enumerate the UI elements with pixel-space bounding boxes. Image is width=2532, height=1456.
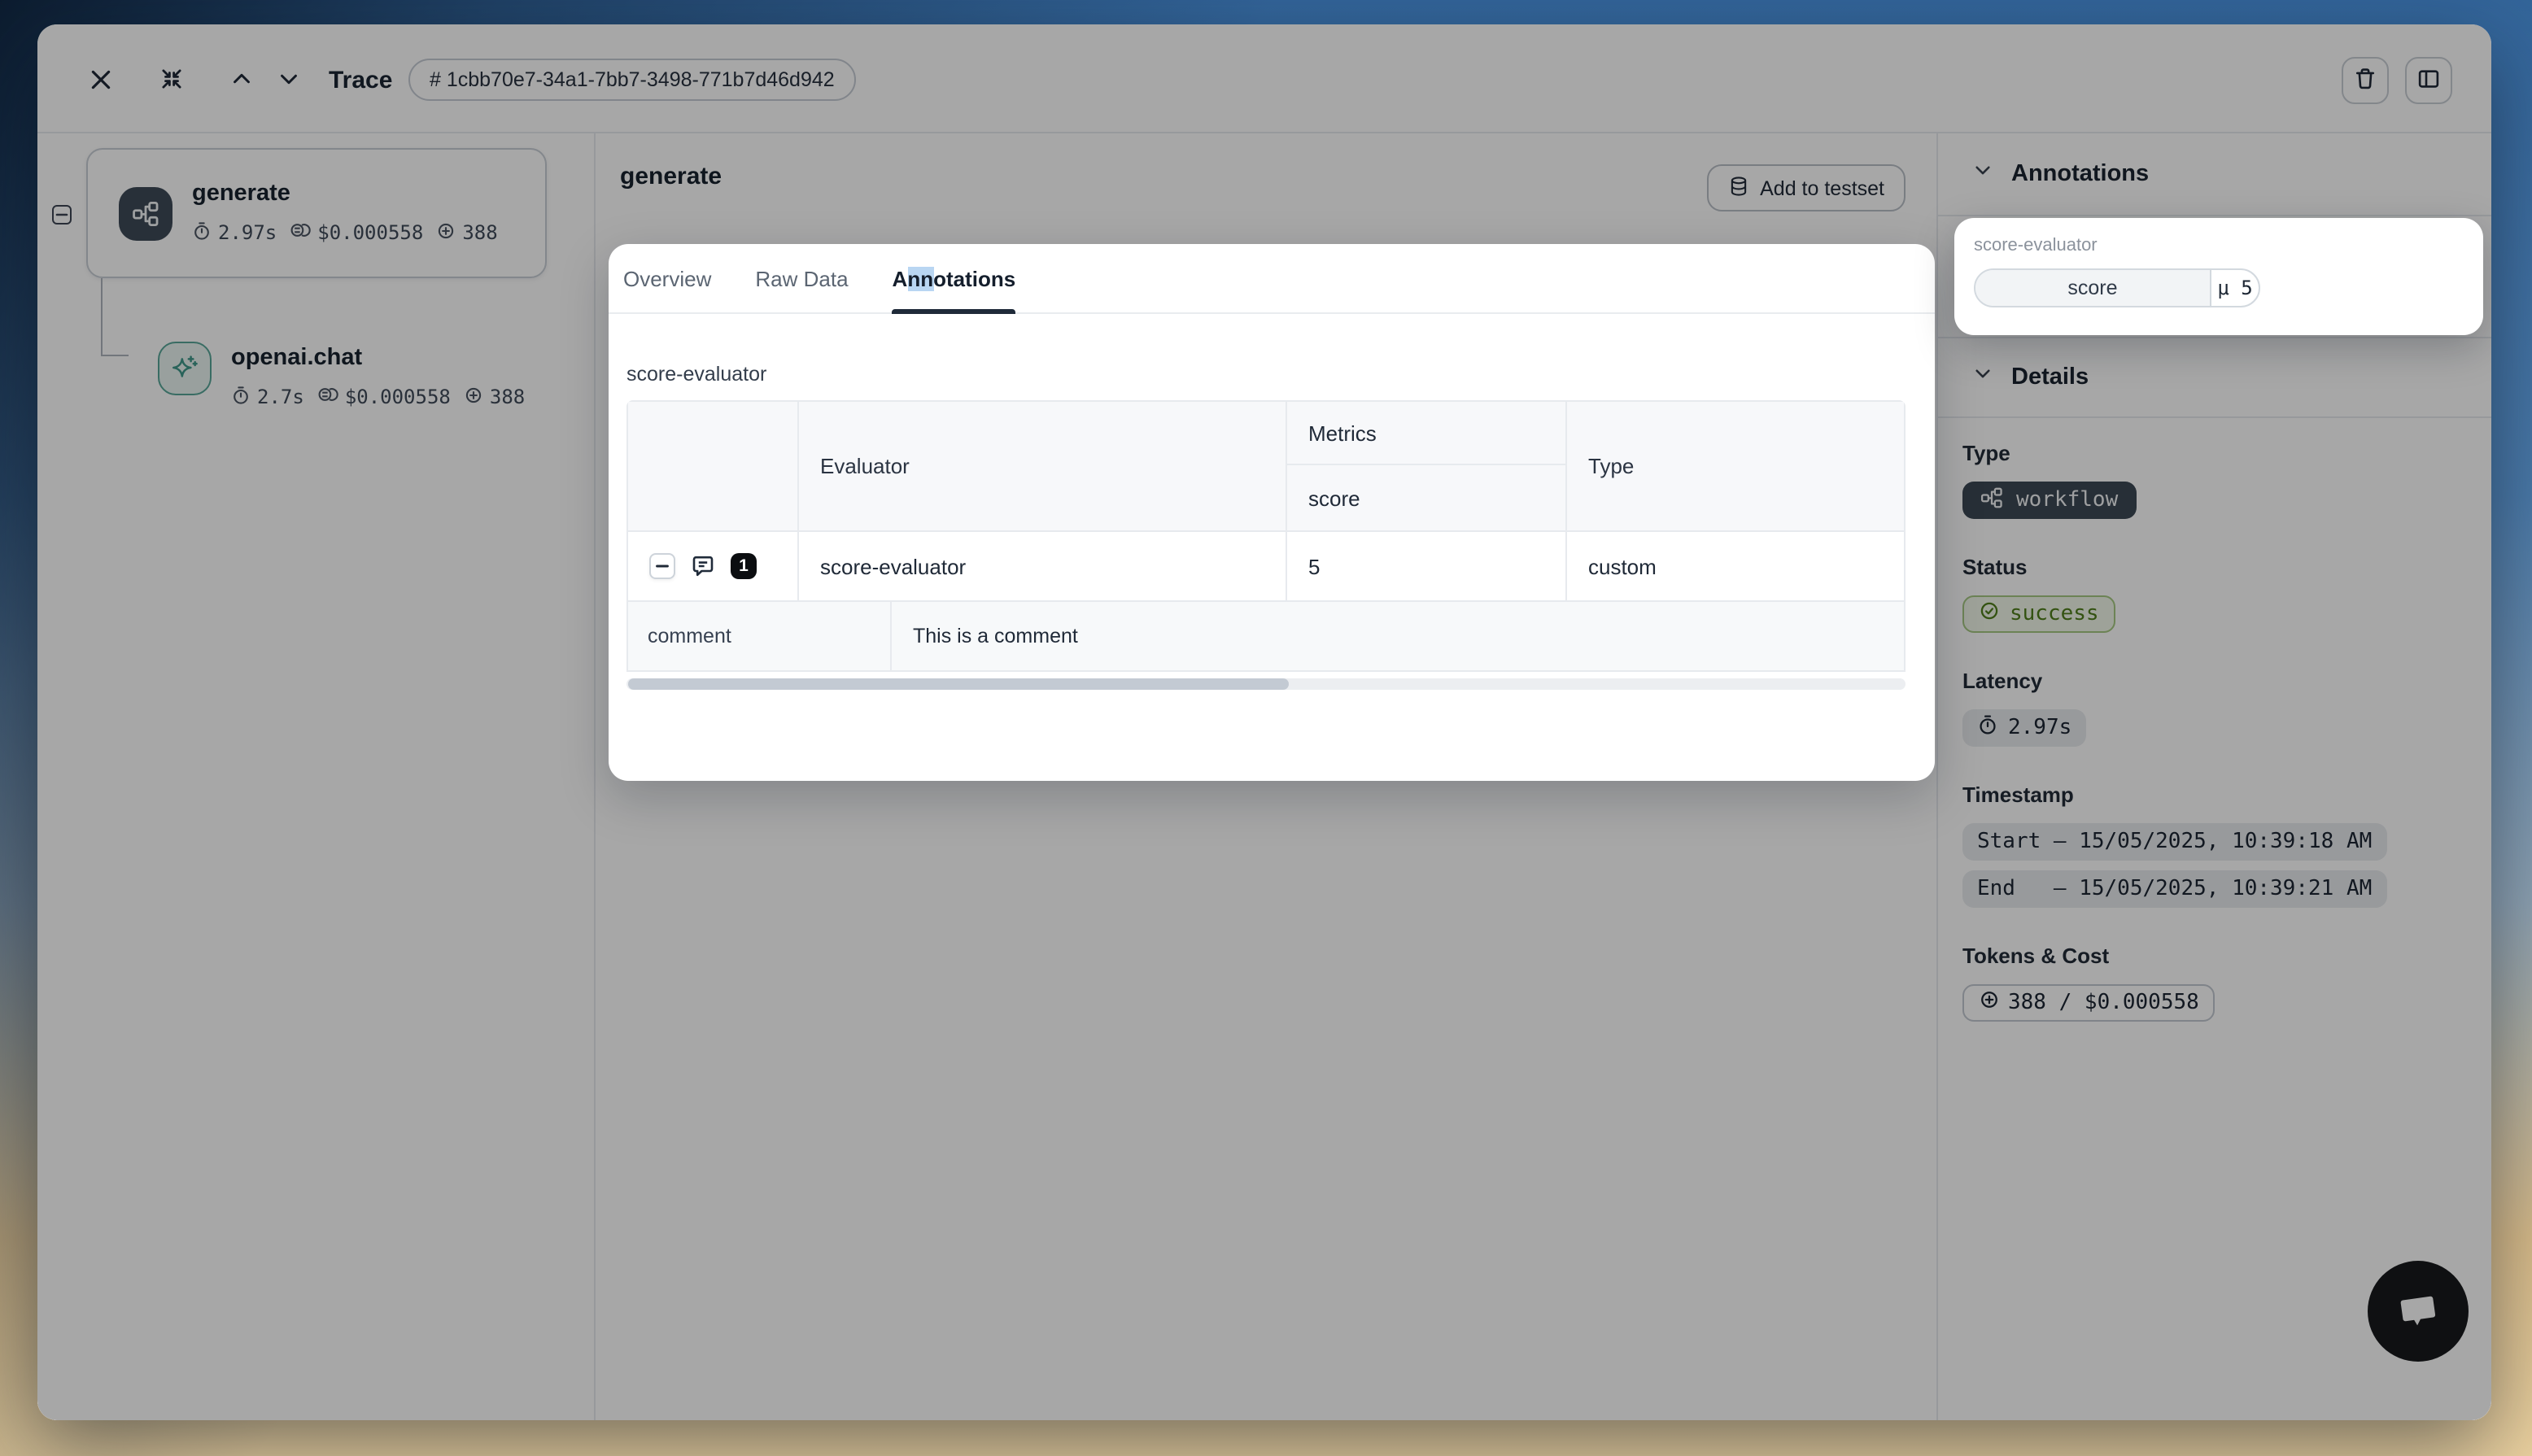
evaluator-column-header: Evaluator — [799, 402, 1287, 530]
tab-raw-data[interactable]: Raw Data — [755, 244, 848, 312]
evaluator-table: Evaluator Metrics score Type — [626, 400, 1906, 672]
evaluator-cell: score-evaluator — [799, 532, 1287, 600]
metric-name: score — [1287, 465, 1565, 530]
type-cell: custom — [1567, 532, 1904, 600]
tab-annotations[interactable]: Annotations — [893, 244, 1016, 312]
score-metric-button[interactable]: score — [1975, 270, 2211, 306]
annotations-tab-card: Overview Raw Data Annotations score-eval… — [609, 244, 1935, 781]
controls-column-header — [628, 402, 799, 530]
annotation-score-card: score-evaluator score μ 5 — [1954, 218, 2483, 335]
table-header: Evaluator Metrics score Type — [628, 402, 1904, 530]
score-segmented-control: score μ 5 — [1974, 268, 2260, 307]
type-column-header: Type — [1567, 402, 1904, 530]
score-cell: 5 — [1287, 532, 1567, 600]
score-mean-value[interactable]: μ 5 — [2211, 270, 2259, 306]
table-row[interactable]: 1 score-evaluator 5 custom — [628, 530, 1904, 600]
metrics-column-header: Metrics score — [1287, 402, 1567, 530]
scrollbar-thumb[interactable] — [628, 678, 1289, 690]
screen: Trace # 1cbb70e7-34a1-7bb7-3498-771b7d46… — [0, 0, 2532, 1456]
evaluator-section-heading: score-evaluator — [626, 363, 1935, 386]
trace-viewer-window: Trace # 1cbb70e7-34a1-7bb7-3498-771b7d46… — [37, 24, 2491, 1420]
row-collapse-checkbox[interactable] — [649, 553, 675, 579]
comment-icon[interactable] — [690, 553, 716, 579]
horizontal-scrollbar — [626, 678, 1906, 690]
comment-count-badge: 1 — [731, 553, 757, 579]
text-selection-highlight: nn — [907, 266, 933, 290]
annotation-evaluator-label: score-evaluator — [1974, 236, 2464, 255]
comment-value: This is a comment — [892, 602, 1904, 670]
comment-row: comment This is a comment — [628, 600, 1904, 670]
tab-bar: Overview Raw Data Annotations — [609, 244, 1935, 314]
comment-key: comment — [628, 602, 892, 670]
tab-overview[interactable]: Overview — [623, 244, 711, 312]
